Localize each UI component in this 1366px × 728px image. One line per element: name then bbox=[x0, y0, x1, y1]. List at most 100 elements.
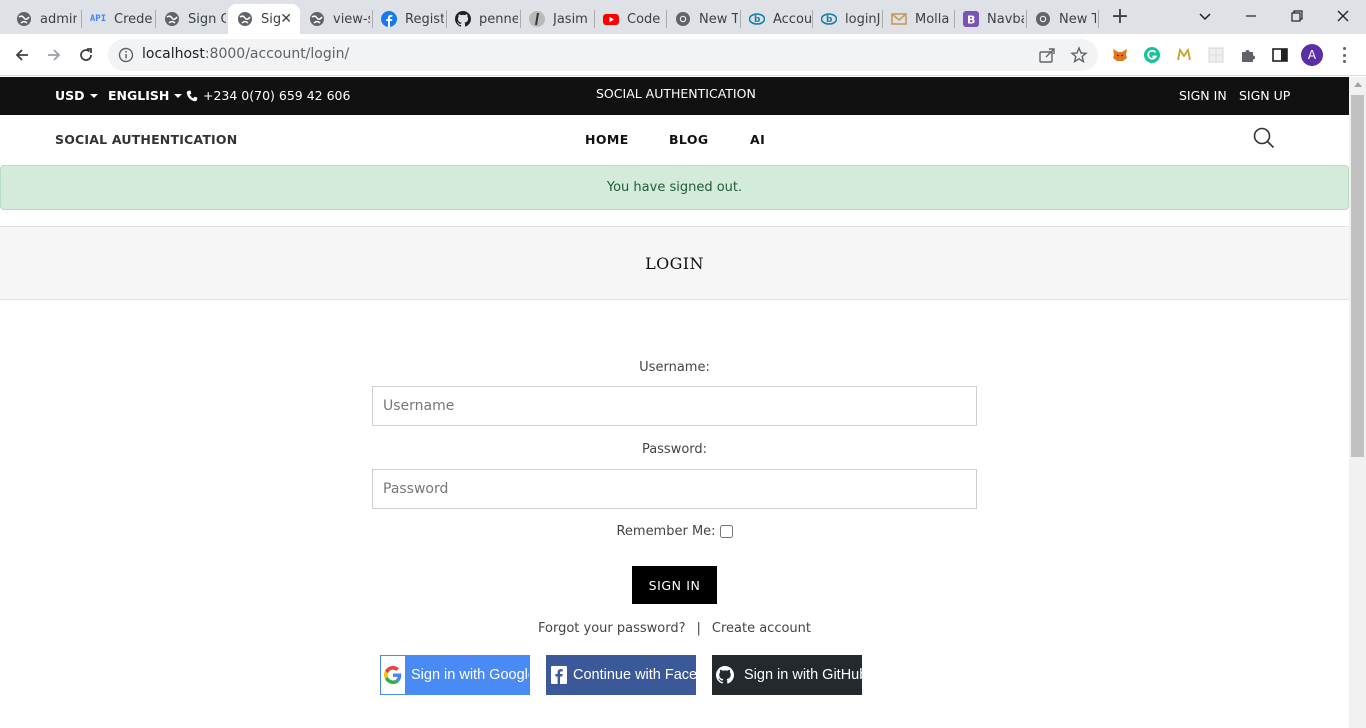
browser-tab-active[interactable]: Sig ✕ bbox=[228, 4, 300, 34]
close-tab-icon[interactable]: ✕ bbox=[280, 11, 292, 27]
facebook-icon bbox=[381, 11, 397, 27]
remember-me-row: Remember Me: bbox=[372, 524, 977, 539]
browser-tab[interactable]: API Crede bbox=[81, 4, 154, 34]
browser-toolbar: localhost:8000/account/login/ A bbox=[0, 34, 1366, 76]
blank-ext-icon[interactable] bbox=[1206, 45, 1226, 65]
browser-tab[interactable]: New T bbox=[666, 4, 738, 34]
nav-ai[interactable]: AI bbox=[750, 132, 765, 147]
scrollbar-thumb[interactable] bbox=[1351, 95, 1364, 457]
phone-icon bbox=[186, 90, 198, 101]
chrome-icon bbox=[1035, 11, 1051, 27]
topbar-sign-in-link[interactable]: SIGN IN bbox=[1179, 88, 1227, 103]
globe-icon bbox=[309, 11, 325, 27]
caret-down-icon bbox=[174, 93, 183, 98]
bootstrap-icon: B bbox=[963, 11, 979, 27]
avatar-icon bbox=[529, 11, 545, 27]
nav-home[interactable]: HOME bbox=[585, 132, 629, 147]
browser-tab[interactable]: penne bbox=[446, 4, 518, 34]
topbar-center-title: SOCIAL AUTHENTICATION bbox=[596, 86, 756, 101]
metamask-icon[interactable] bbox=[1110, 45, 1130, 65]
browser-tab[interactable]: b loginJ bbox=[812, 4, 880, 34]
site-info-icon[interactable] bbox=[118, 47, 134, 63]
facebook-button-label: Continue with Facebook bbox=[573, 667, 696, 683]
forward-icon[interactable] bbox=[42, 43, 66, 67]
share-icon[interactable] bbox=[1038, 46, 1056, 64]
browser-tab[interactable]: Sign C bbox=[155, 4, 226, 34]
google-g-icon bbox=[381, 656, 405, 694]
svg-text:B: B bbox=[967, 14, 975, 27]
browser-tab[interactable]: Jasim bbox=[520, 4, 592, 34]
create-account-link[interactable]: Create account bbox=[712, 621, 811, 636]
password-label: Password: bbox=[641, 442, 708, 457]
password-input[interactable] bbox=[372, 469, 977, 509]
github-octocat-icon bbox=[712, 655, 738, 695]
remember-me-checkbox[interactable] bbox=[719, 525, 733, 538]
remember-me-label: Remember Me: bbox=[616, 524, 716, 539]
facebook-f-icon bbox=[546, 655, 572, 695]
profile-avatar[interactable]: A bbox=[1301, 44, 1323, 66]
youtube-icon bbox=[603, 11, 619, 27]
google-sign-in-button[interactable]: Sign in with Google bbox=[380, 655, 530, 695]
github-button-label: Sign in with GitHub bbox=[744, 667, 862, 683]
b-eye-icon: b bbox=[821, 11, 837, 27]
topbar-sign-up-link[interactable]: SIGN UP bbox=[1239, 88, 1290, 103]
svg-text:b: b bbox=[754, 15, 761, 25]
currency-dropdown[interactable]: USD bbox=[55, 88, 98, 103]
side-panel-icon[interactable] bbox=[1270, 45, 1290, 65]
browser-tab[interactable]: Regist bbox=[372, 4, 444, 34]
top-info-bar: USD ENGLISH +234 0(70) 659 42 606 SOCIAL… bbox=[0, 77, 1349, 115]
page-scrollbar[interactable] bbox=[1349, 77, 1366, 728]
sign-in-button[interactable]: SIGN IN bbox=[632, 566, 717, 604]
signed-out-alert: You have signed out. bbox=[0, 165, 1349, 210]
main-navbar: SOCIAL AUTHENTICATION HOME BLOG AI bbox=[0, 115, 1349, 165]
close-window-icon[interactable] bbox=[1328, 2, 1358, 30]
page-title: LOGIN bbox=[0, 226, 1349, 300]
chrome-menu-icon[interactable] bbox=[1336, 45, 1352, 65]
phone-contact[interactable]: +234 0(70) 659 42 606 bbox=[186, 88, 350, 103]
nav-blog[interactable]: BLOG bbox=[669, 132, 709, 147]
browser-tab[interactable]: B Navba bbox=[954, 4, 1024, 34]
grammarly-icon[interactable] bbox=[1142, 45, 1162, 65]
tab-search-icon[interactable] bbox=[1190, 2, 1220, 30]
forgot-password-link[interactable]: Forgot your password? bbox=[538, 621, 686, 636]
api-icon: API bbox=[89, 14, 107, 24]
gmail-icon bbox=[891, 11, 907, 27]
globe-icon bbox=[237, 11, 253, 27]
back-icon[interactable] bbox=[10, 43, 34, 67]
browser-tab[interactable]: admin bbox=[7, 4, 77, 34]
globe-icon bbox=[16, 11, 32, 27]
search-icon[interactable] bbox=[1253, 127, 1277, 151]
reload-icon[interactable] bbox=[74, 43, 98, 67]
username-input[interactable] bbox=[372, 386, 977, 426]
google-button-label: Sign in with Google bbox=[411, 667, 530, 683]
extensions-puzzle-icon[interactable] bbox=[1238, 45, 1258, 65]
github-sign-in-button[interactable]: Sign in with GitHub bbox=[712, 655, 862, 695]
facebook-sign-in-button[interactable]: Continue with Facebook bbox=[546, 655, 696, 695]
globe-icon bbox=[164, 11, 180, 27]
account-links: Forgot your password? | Create account bbox=[372, 621, 977, 636]
github-icon bbox=[455, 11, 471, 27]
browser-tab-strip: admin API Crede Sign C Sig ✕ view-s Regi… bbox=[0, 0, 1366, 34]
browser-tab[interactable]: view-s bbox=[300, 4, 370, 34]
site-brand[interactable]: SOCIAL AUTHENTICATION bbox=[55, 132, 237, 147]
scroll-up-arrow-icon[interactable] bbox=[1354, 82, 1362, 87]
minimize-icon[interactable] bbox=[1236, 2, 1266, 30]
language-dropdown[interactable]: ENGLISH bbox=[108, 88, 183, 103]
browser-tab[interactable]: New T bbox=[1026, 4, 1096, 34]
b-eye-icon: b bbox=[749, 11, 765, 27]
url-text: localhost:8000/account/login/ bbox=[142, 46, 350, 62]
new-tab-button[interactable]: + bbox=[1108, 6, 1132, 30]
svg-text:b: b bbox=[826, 15, 833, 25]
page-viewport: USD ENGLISH +234 0(70) 659 42 606 SOCIAL… bbox=[0, 77, 1349, 728]
link-separator: | bbox=[696, 621, 701, 636]
bookmark-star-icon[interactable] bbox=[1070, 46, 1088, 64]
browser-tab[interactable]: Molla bbox=[882, 4, 952, 34]
browser-tab[interactable]: b Accou bbox=[740, 4, 812, 34]
chrome-icon bbox=[675, 11, 691, 27]
username-label: Username: bbox=[639, 360, 710, 375]
restore-icon[interactable] bbox=[1282, 2, 1312, 30]
m-icon[interactable] bbox=[1174, 45, 1194, 65]
address-bar[interactable]: localhost:8000/account/login/ bbox=[108, 39, 1098, 71]
caret-down-icon bbox=[89, 93, 98, 98]
browser-tab[interactable]: Code bbox=[594, 4, 664, 34]
